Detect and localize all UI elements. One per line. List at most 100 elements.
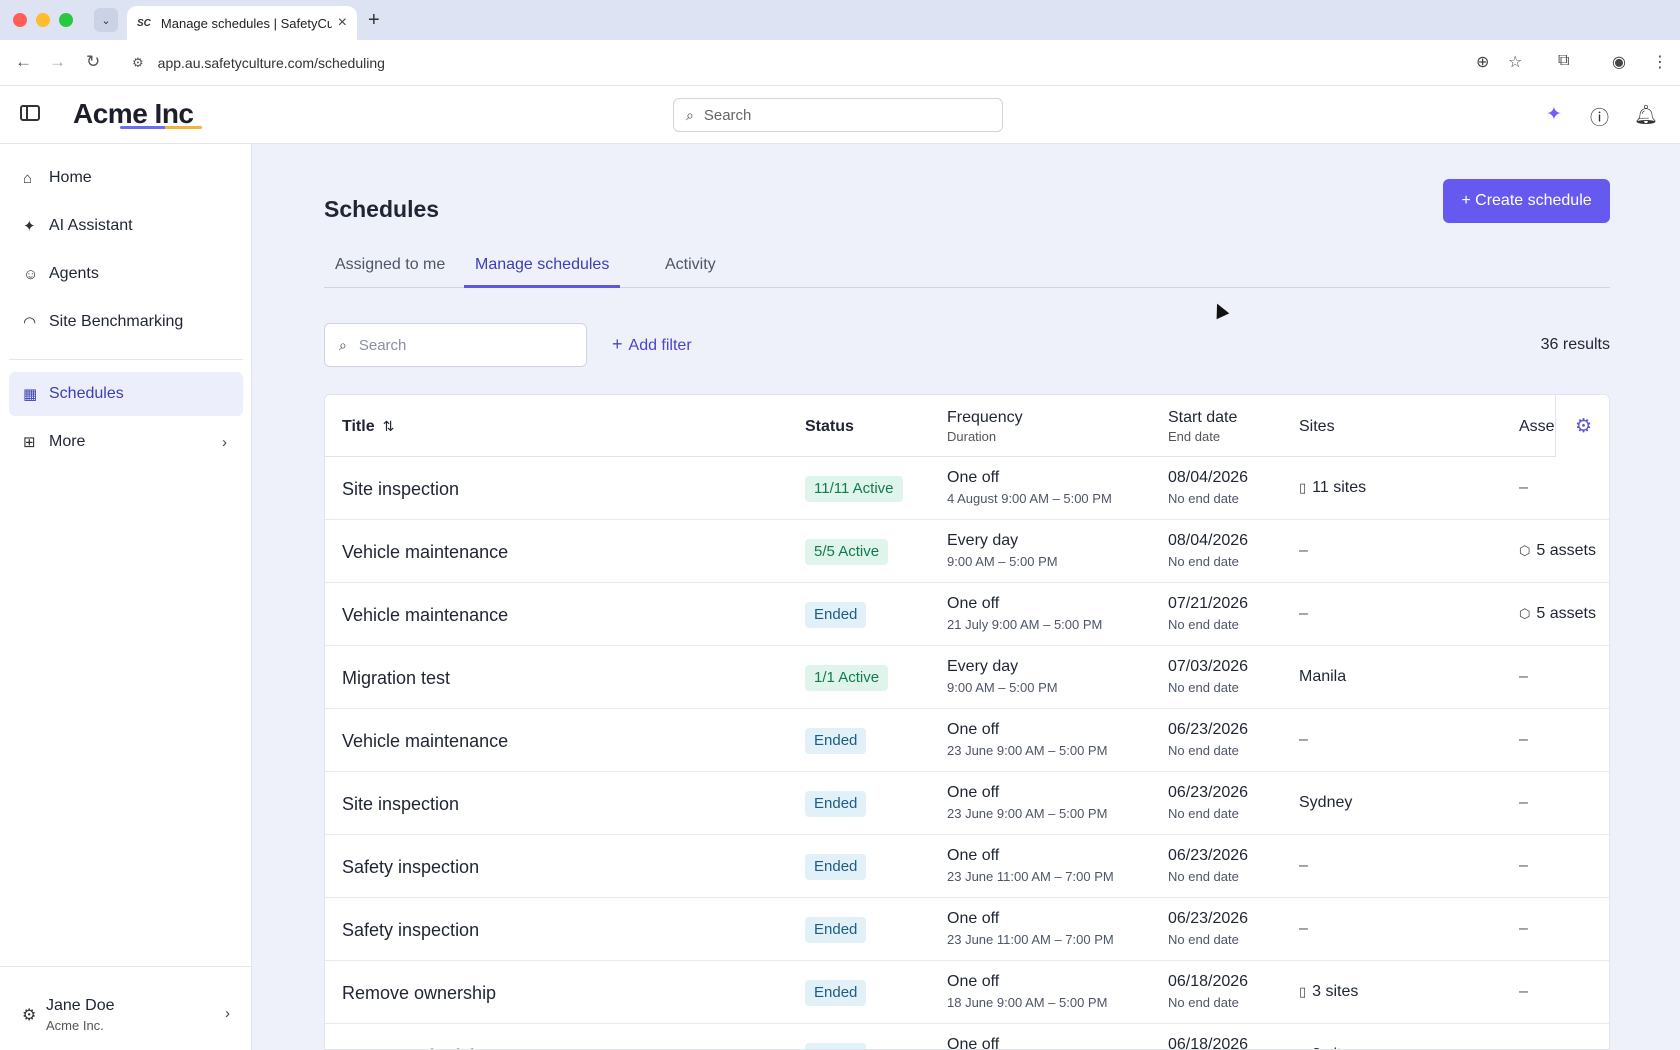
assets-value: – [1519,794,1528,812]
plus-icon: + [612,334,623,354]
start-date-value: 07/03/2026 [1168,658,1249,675]
schedule-title[interactable]: Site inspection [342,479,459,500]
sort-icon[interactable]: ⇅ [383,418,395,434]
add-filter-label: Add filter [628,337,692,354]
column-settings-button[interactable]: ⚙ [1555,395,1609,457]
search-icon: ⌕ [686,106,694,123]
table-row[interactable]: Vehicle maintenance 5/5 Active Every day 9:… [325,520,1609,583]
tab-activity[interactable]: Activity [654,252,727,288]
table-row[interactable]: Safety inspection Ended One off 23 June 11:… [325,835,1609,898]
mouse-cursor [1210,300,1230,320]
forward-arrow-icon[interactable]: → [49,52,66,72]
tab-manage-schedules[interactable]: Manage schedules [464,252,621,288]
tab-search-chevron-icon[interactable]: ⌄ [94,8,118,32]
maximize-window-button[interactable] [59,13,73,27]
schedule-title[interactable]: Safety inspection [342,920,479,941]
schedule-title[interactable]: Vehicle maintenance [342,542,508,563]
schedule-title[interactable]: Remove ownership [342,983,496,1004]
status-badge: Ended [805,917,867,943]
ai-sparkle-icon[interactable]: ✦ [1546,103,1562,126]
table-row[interactable]: Vehicle maintenance Ended One off 21 July 9… [325,583,1609,646]
sidebar-item-label: Site Benchmarking [49,313,184,330]
notification-bell-icon[interactable]: 🔔︎ [1634,103,1658,127]
schedule-search-input[interactable]: ⌕ Search [324,323,587,367]
schedule-title[interactable]: Vehicle maintenance [342,731,508,752]
global-search-placeholder: Search [703,106,752,124]
sites-text: 3 sites [1312,1046,1358,1049]
frequency-value: One off [947,721,1000,738]
start-date-value: 08/04/2026 [1168,532,1249,549]
status-badge: Ended [805,980,867,1006]
schedule-title[interactable]: Migration test [342,668,450,689]
tab-assigned-to-me[interactable]: Assigned to me [324,252,456,288]
sidebar-item-ai-assistant[interactable]: ✦ AI Assistant [9,204,243,248]
schedule-title[interactable]: Manage schedule access [342,1046,545,1049]
close-tab-icon[interactable]: × [338,14,347,32]
table-row[interactable]: Vehicle maintenance Ended One off 23 June 9… [325,709,1609,772]
sites-text: – [1299,857,1308,874]
site-settings-icon[interactable]: ⚙ [132,55,144,71]
help-icon[interactable]: ⓘ [1590,103,1609,130]
browser-menu-icon[interactable]: ⋮ [1652,52,1668,72]
column-frequency-label: Frequency [947,409,1023,426]
close-window-button[interactable] [13,13,27,27]
start-date-value: 06/23/2026 [1168,910,1249,927]
user-organization: Acme Inc. [46,1018,104,1033]
table-row[interactable]: Remove ownership Ended One off 18 June 9:00… [325,961,1609,1024]
back-arrow-icon[interactable]: ← [15,52,32,72]
sidebar-toggle-icon[interactable] [20,105,40,121]
sidebar-item-home[interactable]: ⌂ Home [9,156,243,200]
sidebar-item-agents[interactable]: ☺ Agents [9,252,243,296]
frequency-value: Every day [947,658,1019,675]
frequency-value: One off [947,784,1000,801]
sites-text: 3 sites [1312,983,1359,1000]
sidebar-item-more[interactable]: ⊞ More › [9,420,243,464]
column-duration-label: Duration [947,429,997,444]
sidebar-item-label: Schedules [49,385,124,402]
table-row[interactable]: Safety inspection Ended One off 23 June 11:… [325,898,1609,961]
table-row[interactable]: Site inspection 11/11 Active One off 4 Augu… [325,457,1609,520]
sidebar-item-site-benchmarking[interactable]: ◠ Site Benchmarking [9,300,243,344]
status-badge: Ended [805,1043,867,1049]
sites-value: Sydney [1299,794,1352,812]
logo-underline [120,126,202,129]
zoom-icon[interactable]: ⊕ [1476,52,1489,72]
sites-value: – [1299,857,1308,875]
sidebar-item-label: AI Assistant [49,217,133,234]
create-schedule-button[interactable]: + Create schedule [1443,179,1610,223]
start-date-value: 06/18/2026 [1168,973,1249,990]
table-row[interactable]: Manage schedule access Ended One off 06/18/… [325,1024,1609,1049]
profile-icon[interactable]: ◉ [1612,52,1626,72]
new-tab-icon[interactable]: + [368,9,380,32]
table-row[interactable]: Migration test 1/1 Active Every day 9:00 AM… [325,646,1609,709]
schedule-title[interactable]: Safety inspection [342,857,479,878]
reload-icon[interactable]: ↻ [86,52,100,72]
table-row[interactable]: Site inspection Ended One off 23 June 9:00 … [325,772,1609,835]
duration-value: 21 July 9:00 AM – 5:00 PM [947,617,1103,632]
sites-value: ▯3 sites [1299,1046,1358,1049]
browser-tab-title: Manage schedules | SafetyCu [160,15,332,31]
bookmark-star-icon[interactable]: ☆ [1508,52,1522,72]
minimize-window-button[interactable] [36,13,50,27]
end-date-value: No end date [1168,554,1239,569]
user-menu[interactable]: ⚙ Jane Doe Acme Inc. › [0,966,252,1050]
duration-value: 23 June 9:00 AM – 5:00 PM [947,743,1108,758]
sites-text: – [1299,731,1308,748]
duration-value: 23 June 9:00 AM – 5:00 PM [947,806,1108,821]
schedule-title[interactable]: Site inspection [342,794,459,815]
global-search-input[interactable]: ⌕ Search [673,98,1003,132]
add-filter-button[interactable]: + Add filter [612,334,692,355]
browser-tab[interactable]: SC Manage schedules | SafetyCu × [127,6,357,40]
schedule-title[interactable]: Vehicle maintenance [342,605,508,626]
column-header-title[interactable]: Title ⇅ [342,418,394,436]
assets-text: 5 assets [1536,542,1596,559]
assets-text: – [1519,479,1528,496]
sidebar-item-schedules[interactable]: ▦ Schedules [9,372,243,416]
chevron-right-icon: › [225,1005,230,1022]
url-field[interactable]: ⚙ app.au.safetyculture.com/scheduling [120,47,1530,79]
start-date-value: 06/23/2026 [1168,847,1249,864]
grid-icon: ⊞ [23,434,36,451]
building-icon: ▯ [1299,480,1307,495]
sidebar-item-label: Agents [49,265,99,282]
extensions-icon[interactable]: ⧉ [1558,52,1569,70]
